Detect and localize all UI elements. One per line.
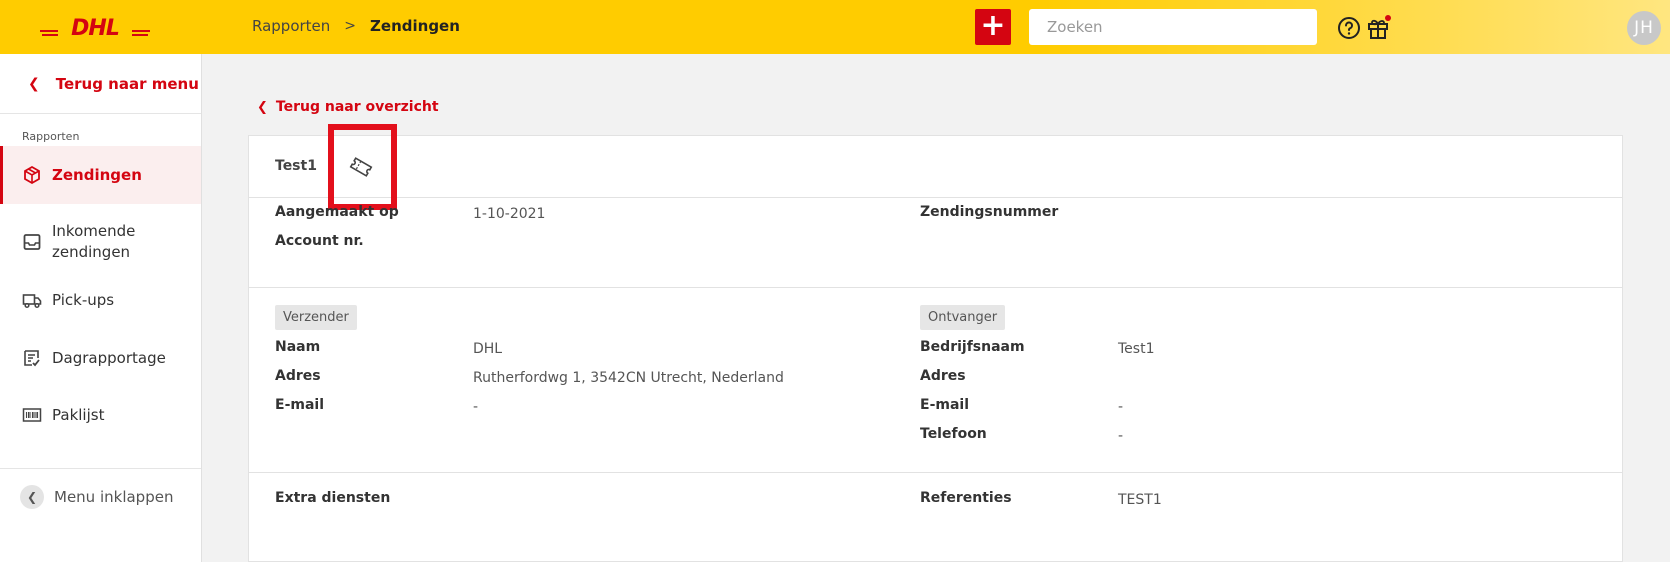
references-value: TEST1	[1118, 492, 1162, 508]
truck-icon	[22, 294, 42, 309]
sender-name-label: Naam	[275, 339, 321, 355]
sidebar-item-label: Paklijst	[52, 406, 105, 424]
highlight-box	[328, 124, 397, 210]
sidebar-item-label: Inkomende zendingen	[52, 222, 136, 261]
inbox-icon	[23, 234, 41, 250]
sidebar: ❮ Terug naar menu Rapporten Zendingen In…	[0, 54, 202, 562]
references-label: Referenties	[920, 490, 1012, 506]
avatar[interactable]: JH	[1627, 11, 1661, 45]
collapse-menu-button[interactable]: ❮ Menu inklappen	[20, 485, 173, 509]
collapse-menu-label: Menu inklappen	[54, 488, 174, 506]
sidebar-item-pick-ups[interactable]: Pick-ups	[0, 280, 201, 320]
sidebar-item-paklijst[interactable]: Paklijst	[0, 395, 201, 435]
back-to-overview-label: Terug naar overzicht	[275, 99, 439, 115]
sender-name-value: DHL	[473, 341, 503, 357]
search-input[interactable]	[1029, 9, 1317, 45]
receiver-tag: Ontvanger	[920, 305, 1006, 330]
sidebar-divider	[0, 468, 201, 469]
notification-dot	[1385, 15, 1391, 21]
chevron-left-icon: ❮	[20, 485, 44, 509]
breadcrumb: Rapporten > Zendingen	[252, 17, 460, 35]
help-icon[interactable]	[1337, 16, 1361, 40]
breadcrumb-current: Zendingen	[370, 17, 460, 35]
sidebar-section-label: Rapporten	[22, 130, 80, 143]
shipment-title: Test1	[275, 158, 317, 174]
sender-email-value: -	[473, 399, 479, 415]
barcode-icon	[22, 408, 42, 422]
account-label: Account nr.	[275, 233, 364, 249]
back-to-overview-link[interactable]: ❮ Terug naar overzicht	[257, 99, 439, 115]
created-value: 1-10-2021	[473, 206, 546, 222]
receiver-email-value: -	[1118, 399, 1124, 415]
sidebar-item-label: Pick-ups	[52, 291, 115, 309]
package-icon	[24, 165, 40, 185]
shipment-number-label: Zendingsnummer	[920, 204, 1059, 220]
logo-text: DHL	[71, 16, 119, 39]
receiver-phone-label: Telefoon	[920, 426, 987, 442]
sidebar-item-zendingen[interactable]: Zendingen	[0, 146, 201, 204]
dhl-logo[interactable]: DHL	[40, 15, 150, 39]
chevron-left-icon: ❮	[257, 99, 268, 115]
sidebar-item-inkomende-zendingen[interactable]: Inkomende zendingen	[0, 214, 201, 270]
top-bar: DHL Rapporten > Zendingen + JH	[0, 0, 1670, 54]
chevron-left-icon: ❮	[28, 75, 40, 92]
created-label: Aangemaakt op	[275, 204, 399, 220]
receiver-company-value: Test1	[1118, 341, 1155, 357]
section-divider	[249, 472, 1622, 473]
sender-email-label: E-mail	[275, 397, 325, 413]
sender-address-value: Rutherfordwg 1, 3542CN Utrecht, Nederlan…	[473, 370, 784, 386]
shipment-detail-card: Test1 Aangemaakt op 1-10-2021 Account nr…	[248, 124, 1623, 562]
add-button[interactable]: +	[975, 9, 1011, 45]
sidebar-item-label: Zendingen	[52, 166, 142, 184]
receiver-phone-value: -	[1118, 428, 1124, 444]
receiver-company-label: Bedrijfsnaam	[920, 339, 1025, 355]
receiver-email-label: E-mail	[920, 397, 970, 413]
extra-services-label: Extra diensten	[275, 490, 391, 506]
breadcrumb-separator: >	[344, 18, 357, 34]
sidebar-item-dagrapportage[interactable]: Dagrapportage	[0, 338, 201, 378]
receiver-address-label: Adres	[920, 368, 966, 384]
breadcrumb-parent[interactable]: Rapporten	[252, 17, 330, 35]
card-header: Test1	[249, 124, 1622, 210]
checklist-icon	[24, 350, 40, 367]
sender-tag: Verzender	[275, 305, 357, 330]
back-to-menu-label: Terug naar menu	[55, 74, 199, 93]
gift-icon[interactable]	[1365, 14, 1393, 42]
sender-address-label: Adres	[275, 368, 321, 384]
sidebar-item-label: Dagrapportage	[52, 349, 166, 367]
back-to-menu-link[interactable]: ❮ Terug naar menu	[0, 54, 201, 114]
section-divider	[249, 287, 1622, 288]
